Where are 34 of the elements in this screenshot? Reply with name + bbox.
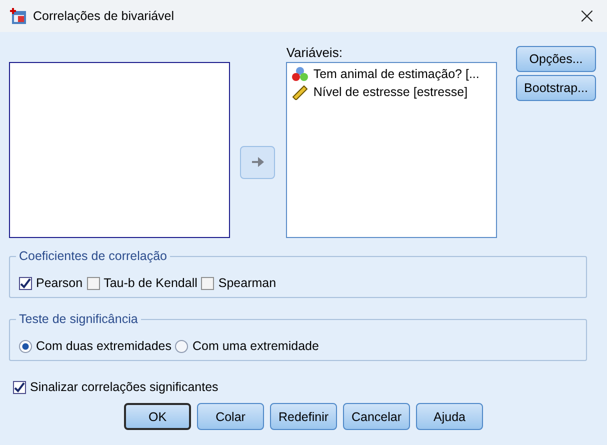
- variable-item[interactable]: Nível de estresse [estresse]: [313, 85, 468, 99]
- variable-item[interactable]: Tem animal de estimação? [...: [313, 67, 480, 81]
- checkbox[interactable]: [86, 276, 100, 290]
- option-label: Tau-b de Kendall: [104, 276, 198, 290]
- option-label: Spearman: [218, 276, 276, 290]
- option-label: Com duas extremidades: [36, 339, 172, 353]
- arrow-icon: [250, 156, 265, 168]
- dialog-button[interactable]: Opções...: [516, 46, 596, 72]
- window-title: Correlações de bivariável: [33, 9, 176, 23]
- check-icon: [20, 278, 31, 288]
- checkbox[interactable]: [13, 380, 26, 394]
- ruler-icon: [291, 84, 310, 100]
- dialog-button[interactable]: OK: [124, 403, 191, 430]
- dialog-button[interactable]: Bootstrap...: [516, 75, 596, 101]
- checkbox[interactable]: [201, 276, 214, 290]
- variables-list[interactable]: Tem animal de estimação? [... Nível de estresse [estresse]: [286, 62, 498, 238]
- dialog-button[interactable]: Redefinir: [270, 403, 337, 430]
- option-label: Sinalizar correlações significantes: [30, 380, 218, 394]
- table-icon: [9, 7, 27, 25]
- radio-button[interactable]: [19, 340, 32, 352]
- source-list[interactable]: [9, 62, 230, 238]
- dialog-button[interactable]: Colar: [197, 403, 264, 430]
- option-label: Pearson: [36, 276, 83, 290]
- group-title: Teste de significância: [16, 312, 141, 326]
- checkbox[interactable]: [19, 276, 32, 290]
- radio-button[interactable]: [175, 340, 188, 352]
- option-label: Com uma extremidade: [192, 339, 319, 353]
- group-title: Coeficientes de correlação: [16, 249, 170, 263]
- dialog-button[interactable]: Ajuda: [416, 403, 483, 430]
- dialog-button[interactable]: Cancelar: [343, 403, 410, 430]
- close-button[interactable]: ×: [567, 0, 607, 32]
- circles-icon: [291, 66, 310, 82]
- list-label: Variáveis:: [286, 46, 344, 62]
- check-icon: [14, 382, 25, 392]
